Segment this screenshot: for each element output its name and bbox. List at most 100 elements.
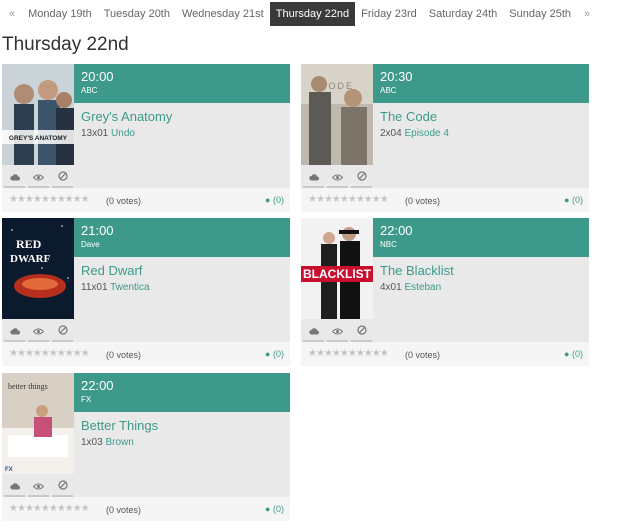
tab-friday[interactable]: Friday 23rd [355, 2, 423, 26]
star-icon[interactable]: ★ [65, 194, 74, 205]
star-icon[interactable]: ★ [380, 348, 389, 359]
star-rating[interactable]: ★★★★★★★★★★ [9, 348, 90, 359]
star-icon[interactable]: ★ [9, 348, 18, 359]
star-icon[interactable]: ★ [25, 194, 34, 205]
show-poster[interactable]: better things FX [2, 373, 74, 474]
cloud-button[interactable] [4, 167, 25, 188]
cloud-button[interactable] [4, 476, 25, 497]
watch-button[interactable] [327, 321, 348, 342]
star-icon[interactable]: ★ [65, 348, 74, 359]
star-icon[interactable]: ★ [17, 503, 26, 514]
star-icon[interactable]: ★ [308, 194, 317, 205]
star-icon[interactable]: ★ [33, 503, 42, 514]
show-poster[interactable]: BLACKLIST [301, 218, 373, 319]
star-icon[interactable]: ★ [65, 503, 74, 514]
star-icon[interactable]: ★ [364, 194, 373, 205]
tab-thursday[interactable]: Thursday 22nd [269, 2, 356, 26]
star-icon[interactable]: ★ [372, 348, 381, 359]
episode-name-link[interactable]: Twentica [110, 282, 149, 293]
star-icon[interactable]: ★ [81, 194, 90, 205]
tab-tuesday[interactable]: Tuesday 20th [98, 2, 176, 26]
comments-link[interactable]: ● (0) [564, 195, 583, 205]
watch-button[interactable] [327, 167, 348, 188]
star-icon[interactable]: ★ [316, 194, 325, 205]
star-icon[interactable]: ★ [25, 348, 34, 359]
cloud-button[interactable] [303, 321, 324, 342]
ignore-button[interactable] [52, 321, 73, 342]
episode-name-link[interactable]: Episode 4 [404, 128, 448, 139]
show-poster[interactable]: RED DWARF [2, 218, 74, 319]
star-icon[interactable]: ★ [332, 194, 341, 205]
star-icon[interactable]: ★ [348, 194, 357, 205]
star-icon[interactable]: ★ [356, 348, 365, 359]
star-icon[interactable]: ★ [380, 194, 389, 205]
star-icon[interactable]: ★ [57, 194, 66, 205]
ignore-button[interactable] [351, 167, 372, 188]
star-rating[interactable]: ★★★★★★★★★★ [9, 503, 90, 514]
star-icon[interactable]: ★ [49, 194, 58, 205]
star-icon[interactable]: ★ [17, 194, 26, 205]
watch-button[interactable] [28, 476, 49, 497]
tab-monday[interactable]: Monday 19th [22, 2, 98, 26]
star-icon[interactable]: ★ [324, 348, 333, 359]
star-icon[interactable]: ★ [73, 194, 82, 205]
star-icon[interactable]: ★ [41, 194, 50, 205]
show-title-link[interactable]: The Code [380, 109, 437, 124]
star-rating[interactable]: ★★★★★★★★★★ [308, 348, 389, 359]
show-title-link[interactable]: Better Things [81, 418, 158, 433]
show-title-link[interactable]: Grey's Anatomy [81, 109, 172, 124]
comments-link[interactable]: ● (0) [265, 349, 284, 359]
episode-name-link[interactable]: Undo [111, 128, 135, 139]
star-icon[interactable]: ★ [49, 348, 58, 359]
star-rating[interactable]: ★★★★★★★★★★ [9, 194, 90, 205]
star-icon[interactable]: ★ [41, 503, 50, 514]
star-icon[interactable]: ★ [340, 348, 349, 359]
comments-link[interactable]: ● (0) [265, 195, 284, 205]
star-icon[interactable]: ★ [332, 348, 341, 359]
star-icon[interactable]: ★ [9, 503, 18, 514]
tab-sunday[interactable]: Sunday 25th [503, 2, 577, 26]
show-title-link[interactable]: Red Dwarf [81, 263, 142, 278]
star-icon[interactable]: ★ [33, 194, 42, 205]
star-icon[interactable]: ★ [73, 503, 82, 514]
next-week-arrow[interactable]: » [577, 2, 597, 26]
star-icon[interactable]: ★ [9, 194, 18, 205]
watch-button[interactable] [28, 321, 49, 342]
star-icon[interactable]: ★ [57, 503, 66, 514]
star-icon[interactable]: ★ [33, 348, 42, 359]
star-icon[interactable]: ★ [348, 348, 357, 359]
star-icon[interactable]: ★ [308, 348, 317, 359]
show-network: FX [81, 395, 92, 404]
star-icon[interactable]: ★ [364, 348, 373, 359]
prev-week-arrow[interactable]: « [2, 2, 22, 26]
star-icon[interactable]: ★ [340, 194, 349, 205]
ignore-button[interactable] [52, 476, 73, 497]
star-icon[interactable]: ★ [41, 348, 50, 359]
ignore-button[interactable] [52, 167, 73, 188]
star-icon[interactable]: ★ [356, 194, 365, 205]
star-icon[interactable]: ★ [81, 348, 90, 359]
comments-link[interactable]: ● (0) [265, 504, 284, 514]
watch-button[interactable] [28, 167, 49, 188]
star-icon[interactable]: ★ [49, 503, 58, 514]
star-icon[interactable]: ★ [73, 348, 82, 359]
show-poster[interactable]: CODE [301, 64, 373, 165]
comments-link[interactable]: ● (0) [564, 349, 583, 359]
star-icon[interactable]: ★ [372, 194, 381, 205]
show-poster[interactable]: GREY'S ANATOMY [2, 64, 74, 165]
cloud-button[interactable] [303, 167, 324, 188]
star-icon[interactable]: ★ [17, 348, 26, 359]
episode-name-link[interactable]: Esteban [404, 282, 441, 293]
star-icon[interactable]: ★ [57, 348, 66, 359]
star-rating[interactable]: ★★★★★★★★★★ [308, 194, 389, 205]
tab-wednesday[interactable]: Wednesday 21st [176, 2, 270, 26]
episode-name-link[interactable]: Brown [105, 437, 133, 448]
tab-saturday[interactable]: Saturday 24th [423, 2, 504, 26]
star-icon[interactable]: ★ [25, 503, 34, 514]
star-icon[interactable]: ★ [316, 348, 325, 359]
star-icon[interactable]: ★ [324, 194, 333, 205]
star-icon[interactable]: ★ [81, 503, 90, 514]
show-title-link[interactable]: The Blacklist [380, 263, 454, 278]
ignore-button[interactable] [351, 321, 372, 342]
cloud-button[interactable] [4, 321, 25, 342]
